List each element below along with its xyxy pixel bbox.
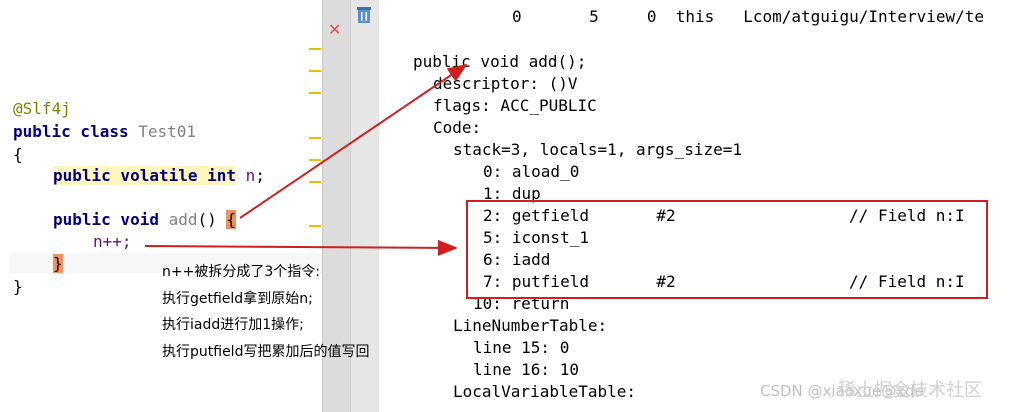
arrow-to-instructions [144,239,458,256]
juejin-watermark: 稀土掘金技术社区 [838,380,982,401]
annotation-arrows [144,63,468,256]
arrow-to-method [239,63,468,219]
